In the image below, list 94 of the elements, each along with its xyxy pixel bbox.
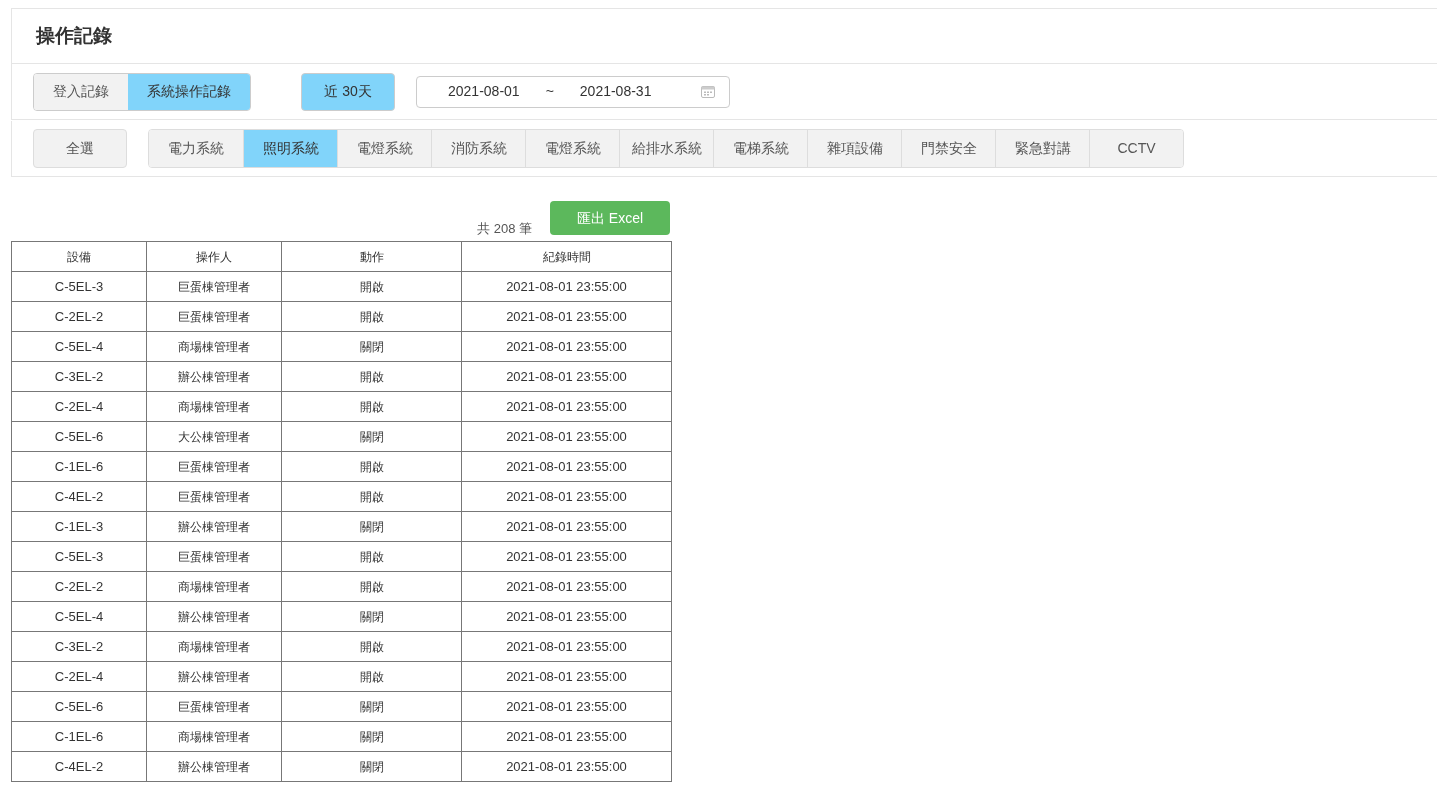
record-count: 共 208 筆: [477, 219, 532, 238]
select-all-button[interactable]: 全選: [33, 129, 127, 168]
table-cell: 2021-08-01 23:55:00: [461, 751, 672, 782]
table-cell: 2021-08-01 23:55:00: [461, 541, 672, 572]
category-button[interactable]: 電力系統: [149, 130, 243, 167]
table-cell: 開啟: [281, 271, 462, 302]
category-button[interactable]: 門禁安全: [901, 130, 995, 167]
page-title: 操作記錄: [36, 23, 112, 48]
table-cell: 開啟: [281, 541, 462, 572]
table-cell: 巨蛋棟管理者: [146, 301, 282, 332]
table-cell: 2021-08-01 23:55:00: [461, 331, 672, 362]
table-cell: 巨蛋棟管理者: [146, 481, 282, 512]
table-cell: C-2EL-4: [11, 661, 147, 692]
table-cell: 開啟: [281, 571, 462, 602]
column-header: 操作人: [146, 241, 282, 272]
table-cell: C-5EL-6: [11, 691, 147, 722]
table-cell: 2021-08-01 23:55:00: [461, 481, 672, 512]
table-cell: 2021-08-01 23:55:00: [461, 721, 672, 752]
category-button[interactable]: 給排水系統: [619, 130, 713, 167]
column-header: 設備: [11, 241, 147, 272]
table-cell: C-2EL-2: [11, 571, 147, 602]
table-cell: 商場棟管理者: [146, 331, 282, 362]
table-cell: 2021-08-01 23:55:00: [461, 601, 672, 632]
log-type-tab[interactable]: 系統操作記錄: [128, 73, 250, 110]
category-button[interactable]: 電梯系統: [713, 130, 807, 167]
table-cell: C-5EL-4: [11, 601, 147, 632]
calendar-icon: [701, 85, 715, 98]
table-cell: C-4EL-2: [11, 751, 147, 782]
table-cell: 商場棟管理者: [146, 391, 282, 422]
table-cell: C-3EL-2: [11, 361, 147, 392]
table-cell: 大公棟管理者: [146, 421, 282, 452]
table-cell: 巨蛋棟管理者: [146, 451, 282, 482]
table-cell: 關閉: [281, 691, 462, 722]
category-button[interactable]: 照明系統: [243, 130, 337, 167]
table-cell: 2021-08-01 23:55:00: [461, 661, 672, 692]
table-cell: 辦公棟管理者: [146, 511, 282, 542]
table-cell: 商場棟管理者: [146, 571, 282, 602]
table-cell: 辦公棟管理者: [146, 661, 282, 692]
table-cell: C-2EL-2: [11, 301, 147, 332]
date-range-field[interactable]: 2021-08-01 ~ 2021-08-31: [416, 75, 730, 108]
category-button[interactable]: 緊急對講: [995, 130, 1089, 167]
table-cell: 開啟: [281, 301, 462, 332]
category-button[interactable]: 電燈系統: [337, 130, 431, 167]
log-type-tab[interactable]: 登入記錄: [34, 73, 128, 110]
table-cell: 關閉: [281, 751, 462, 782]
table-cell: 辦公棟管理者: [146, 601, 282, 632]
table-cell: C-5EL-6: [11, 421, 147, 452]
table-cell: 開啟: [281, 661, 462, 692]
table-cell: 2021-08-01 23:55:00: [461, 361, 672, 392]
table-cell: 關閉: [281, 601, 462, 632]
table-cell: C-1EL-3: [11, 511, 147, 542]
start-date: 2021-08-01: [448, 82, 520, 101]
table-cell: 巨蛋棟管理者: [146, 271, 282, 302]
table-cell: 關閉: [281, 721, 462, 752]
table-cell: 關閉: [281, 511, 462, 542]
table-cell: C-2EL-4: [11, 391, 147, 422]
table-cell: 辦公棟管理者: [146, 751, 282, 782]
table-cell: 2021-08-01 23:55:00: [461, 691, 672, 722]
table-cell: 開啟: [281, 451, 462, 482]
table-cell: 開啟: [281, 391, 462, 422]
category-button[interactable]: 電燈系統: [525, 130, 619, 167]
table-cell: C-3EL-2: [11, 631, 147, 662]
table-cell: 開啟: [281, 361, 462, 392]
table-cell: 2021-08-01 23:55:00: [461, 511, 672, 542]
end-date: 2021-08-31: [579, 82, 652, 101]
table-cell: 開啟: [281, 631, 462, 662]
table-cell: C-5EL-3: [11, 541, 147, 572]
table-cell: 2021-08-01 23:55:00: [461, 421, 672, 452]
category-button[interactable]: CCTV: [1089, 130, 1183, 167]
table-cell: 關閉: [281, 421, 462, 452]
table-cell: 辦公棟管理者: [146, 361, 282, 392]
column-header: 紀錄時間: [461, 241, 672, 272]
table-cell: 巨蛋棟管理者: [146, 691, 282, 722]
category-button[interactable]: 消防系統: [431, 130, 525, 167]
table-cell: 2021-08-01 23:55:00: [461, 391, 672, 422]
table-cell: 巨蛋棟管理者: [146, 541, 282, 572]
table-cell: 商場棟管理者: [146, 631, 282, 662]
date-separator: ~: [545, 82, 554, 101]
table-cell: C-5EL-4: [11, 331, 147, 362]
table-cell: 2021-08-01 23:55:00: [461, 301, 672, 332]
table-cell: 開啟: [281, 481, 462, 512]
table-cell: 2021-08-01 23:55:00: [461, 451, 672, 482]
table-cell: 關閉: [281, 331, 462, 362]
table-cell: C-1EL-6: [11, 451, 147, 482]
table-cell: 2021-08-01 23:55:00: [461, 571, 672, 602]
category-button[interactable]: 雜項設備: [807, 130, 901, 167]
table-cell: C-1EL-6: [11, 721, 147, 752]
table-cell: 2021-08-01 23:55:00: [461, 271, 672, 302]
last-30-days-button[interactable]: 近 30天: [301, 72, 395, 111]
table-cell: C-4EL-2: [11, 481, 147, 512]
table-cell: C-5EL-3: [11, 271, 147, 302]
column-header: 動作: [281, 241, 462, 272]
table-cell: 商場棟管理者: [146, 721, 282, 752]
table-cell: 2021-08-01 23:55:00: [461, 631, 672, 662]
